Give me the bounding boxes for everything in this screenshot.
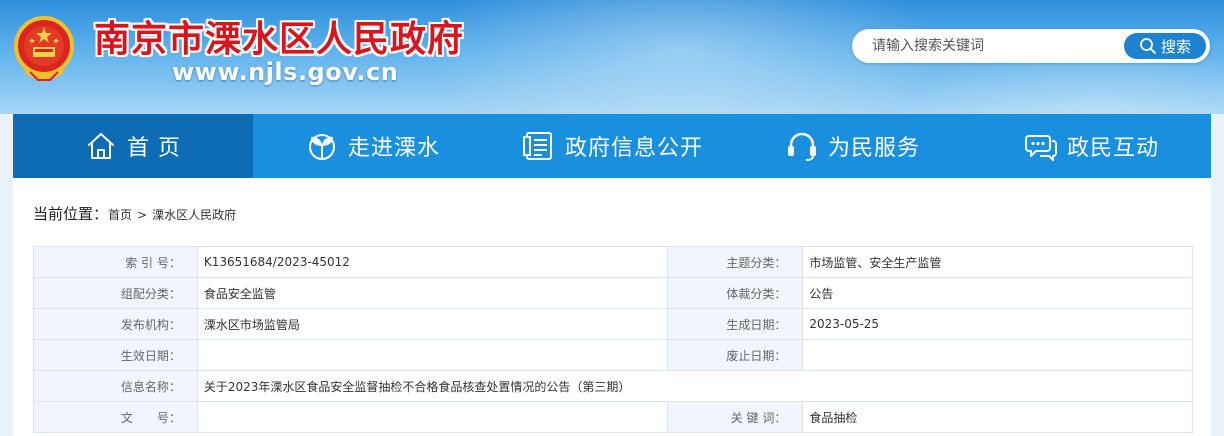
- nav-item-services[interactable]: 为民服务: [733, 114, 973, 178]
- search-button[interactable]: 搜索: [1124, 33, 1206, 59]
- effective-date-value: [196, 339, 669, 371]
- doc-number-value: [196, 401, 669, 433]
- genre-category-label: 体裁分类：: [667, 277, 804, 309]
- sprout-icon: [308, 134, 335, 160]
- nav-item-label: 走进溧水: [347, 136, 440, 161]
- genre-category-value: 公告: [802, 277, 1193, 309]
- index-number-label: 索 引 号：: [33, 246, 198, 278]
- group-category-label: 组配分类：: [33, 277, 198, 309]
- nav-item-about[interactable]: 走进溧水: [253, 114, 493, 178]
- info-name-value: 关于2023年溧水区食品安全监督抽检不合格食品核查处置情况的公告（第三期）: [196, 370, 1194, 402]
- breadcrumb-link-district-gov[interactable]: 溧水区人民政府: [152, 206, 236, 223]
- created-date-label: 生成日期：: [667, 308, 804, 340]
- document-icon: [522, 132, 552, 160]
- nav-item-label: 政民互动: [1066, 136, 1159, 161]
- nav-item-label: 为民服务: [827, 136, 920, 161]
- nav-item-label: 政府信息公开: [564, 136, 703, 161]
- doc-number-label: 文 号：: [33, 401, 198, 433]
- breadcrumb-title: 当前位置：: [33, 205, 109, 223]
- info-name-label: 信息名称：: [33, 370, 198, 402]
- search-box: 搜索: [852, 29, 1210, 63]
- home-icon: [88, 133, 114, 159]
- table-row: 生效日期： 废止日期：: [33, 339, 1193, 371]
- site-title: 南京市溧水区人民政府: [94, 19, 465, 60]
- topic-category-label: 主题分类：: [667, 246, 804, 278]
- keywords-label: 关 键 词：: [667, 401, 804, 433]
- site-url: www.njls.gov.cn: [172, 58, 399, 86]
- headset-icon: [787, 132, 816, 161]
- topic-category-value: 市场监管、安全生产监管: [802, 246, 1193, 278]
- publisher-value: 溧水区市场监管局: [196, 308, 669, 340]
- info-table: 索 引 号： K13651684/2023-45012 主题分类： 市场监管、安…: [33, 246, 1194, 433]
- nav-item-interaction[interactable]: 政民互动: [973, 114, 1211, 178]
- effective-date-label: 生效日期：: [33, 339, 198, 371]
- search-button-label: 搜索: [1160, 37, 1191, 56]
- header-banner: 南京市溧水区人民政府 www.njls.gov.cn 搜索: [0, 0, 1224, 114]
- breadcrumb: 当前位置： 首页 > 溧水区人民政府: [33, 203, 236, 224]
- chat-icon: [1024, 135, 1057, 161]
- table-row: 信息名称： 关于2023年溧水区食品安全监督抽检不合格食品核查处置情况的公告（第…: [33, 370, 1194, 402]
- expiry-date-value: [802, 339, 1193, 371]
- keywords-value: 食品抽检: [802, 401, 1193, 433]
- nav-item-label: 首 页: [127, 136, 181, 161]
- table-row: 索 引 号： K13651684/2023-45012 主题分类： 市场监管、安…: [33, 246, 1193, 278]
- national-emblem-icon: [14, 16, 74, 81]
- table-row: 组配分类： 食品安全监管 体裁分类： 公告: [33, 277, 1193, 309]
- main-nav: 首 页 走进溧水 政府信息公开 为民服务 政民互动: [13, 114, 1211, 178]
- expiry-date-label: 废止日期：: [667, 339, 804, 371]
- breadcrumb-separator: >: [137, 208, 148, 222]
- content-panel: 当前位置： 首页 > 溧水区人民政府 索 引 号： K13651684/2023…: [13, 178, 1211, 436]
- group-category-value: 食品安全监管: [196, 277, 669, 309]
- created-date-value: 2023-05-25: [802, 308, 1193, 340]
- breadcrumb-link-home[interactable]: 首页: [108, 206, 132, 223]
- table-row: 发布机构： 溧水区市场监管局 生成日期： 2023-05-25: [33, 308, 1193, 340]
- nav-item-home[interactable]: 首 页: [13, 114, 253, 178]
- index-number-value: K13651684/2023-45012: [196, 246, 669, 278]
- search-icon: [1140, 38, 1156, 54]
- nav-item-gov-info[interactable]: 政府信息公开: [493, 114, 733, 178]
- table-row: 文 号： 关 键 词： 食品抽检: [33, 401, 1193, 433]
- publisher-label: 发布机构：: [33, 308, 198, 340]
- search-input[interactable]: [872, 35, 1122, 57]
